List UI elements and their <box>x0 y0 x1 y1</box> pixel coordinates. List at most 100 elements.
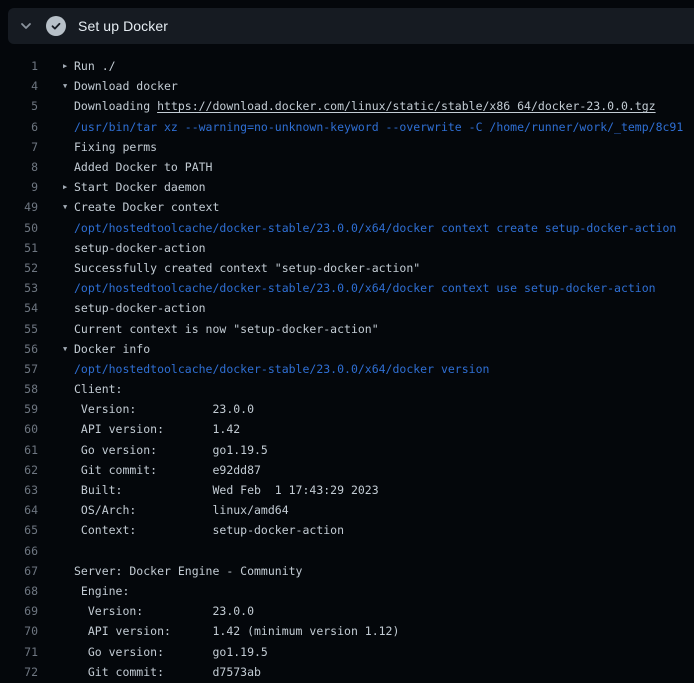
log-group-title[interactable]: Download docker <box>74 79 178 93</box>
log-line[interactable]: 1▶Run ./ <box>0 56 694 76</box>
check-circle-icon <box>46 16 66 36</box>
log-command: /opt/hostedtoolcache/docker-stable/23.0.… <box>74 281 656 295</box>
line-number[interactable]: 64 <box>0 503 38 517</box>
log-text: Go version: go1.19.5 <box>74 645 268 659</box>
log-group-title[interactable]: Start Docker daemon <box>74 180 206 194</box>
log-text: API version: 1.42 (minimum version 1.12) <box>74 624 399 638</box>
log-text: Client: <box>74 382 122 396</box>
log-text: Current context is now "setup-docker-act… <box>74 322 379 336</box>
line-number[interactable]: 49 <box>0 200 38 214</box>
log-line: 72 Git commit: d7573ab <box>0 662 694 682</box>
line-number[interactable]: 63 <box>0 483 38 497</box>
log-group-title[interactable]: Run ./ <box>74 59 116 73</box>
line-number[interactable]: 66 <box>0 544 38 558</box>
log-group-title[interactable]: Docker info <box>74 342 150 356</box>
log-line: 52 Successfully created context "setup-do… <box>0 258 694 278</box>
line-number[interactable]: 8 <box>0 160 38 174</box>
step-header[interactable]: Set up Docker <box>8 8 694 44</box>
log-line: 50/opt/hostedtoolcache/docker-stable/23.… <box>0 218 694 238</box>
line-number[interactable]: 71 <box>0 645 38 659</box>
line-number[interactable]: 72 <box>0 665 38 679</box>
log-line: 53/opt/hostedtoolcache/docker-stable/23.… <box>0 278 694 298</box>
log-line: 55 Current context is now "setup-docker-a… <box>0 318 694 338</box>
log-line: 69 Version: 23.0.0 <box>0 601 694 621</box>
log-line: 59 Version: 23.0.0 <box>0 399 694 419</box>
line-number[interactable]: 54 <box>0 301 38 315</box>
download-url-link[interactable]: https://download.docker.com/linux/static… <box>157 99 656 113</box>
line-number[interactable]: 50 <box>0 221 38 235</box>
log-text: Git commit: d7573ab <box>74 665 261 679</box>
line-number[interactable]: 1 <box>0 59 38 73</box>
log-line: 66 <box>0 541 694 561</box>
line-number[interactable]: 9 <box>0 180 38 194</box>
log-line: 70 API version: 1.42 (minimum version 1.… <box>0 621 694 641</box>
log-text: Context: setup-docker-action <box>74 523 344 537</box>
chevron-down-icon[interactable] <box>18 18 34 34</box>
log-group-header: ▼Create Docker context <box>74 200 219 214</box>
triangle-down-icon[interactable]: ▼ <box>63 200 67 214</box>
line-number[interactable]: 69 <box>0 604 38 618</box>
log-text: setup-docker-action <box>74 241 206 255</box>
log-text: Engine: <box>74 584 129 598</box>
triangle-down-icon[interactable]: ▼ <box>63 342 67 356</box>
line-number[interactable]: 57 <box>0 362 38 376</box>
log-line: 58 Client: <box>0 379 694 399</box>
log-group-header: ▼Download docker <box>74 79 178 93</box>
line-number[interactable]: 65 <box>0 523 38 537</box>
line-number[interactable]: 4 <box>0 79 38 93</box>
log-line: 68 Engine: <box>0 581 694 601</box>
log-viewer: 1▶Run ./4▼Download docker5Downloading ht… <box>0 44 694 683</box>
line-number[interactable]: 58 <box>0 382 38 396</box>
log-line: 6/usr/bin/tar xz --warning=no-unknown-ke… <box>0 117 694 137</box>
triangle-down-icon[interactable]: ▼ <box>63 79 67 93</box>
log-line: 5 Downloading https://download.docker.com… <box>0 96 694 116</box>
line-number[interactable]: 53 <box>0 281 38 295</box>
triangle-right-icon[interactable]: ▶ <box>63 59 67 73</box>
log-line: 64 OS/Arch: linux/amd64 <box>0 500 694 520</box>
log-text: Server: Docker Engine - Community <box>74 564 302 578</box>
log-group-header: ▶Run ./ <box>74 59 116 73</box>
log-text: Downloading https://download.docker.com/… <box>74 99 656 113</box>
log-lines: 1▶Run ./4▼Download docker5Downloading ht… <box>0 56 694 682</box>
line-number[interactable]: 68 <box>0 584 38 598</box>
log-text: API version: 1.42 <box>74 422 240 436</box>
log-line: 62 Git commit: e92dd87 <box>0 460 694 480</box>
line-number[interactable]: 6 <box>0 120 38 134</box>
line-number[interactable]: 5 <box>0 99 38 113</box>
log-text: Version: 23.0.0 <box>74 604 254 618</box>
log-line: 7 Fixing perms <box>0 137 694 157</box>
line-number[interactable]: 61 <box>0 443 38 457</box>
log-text: Added Docker to PATH <box>74 160 212 174</box>
log-text: OS/Arch: linux/amd64 <box>74 503 289 517</box>
log-command: /usr/bin/tar xz --warning=no-unknown-key… <box>74 120 683 134</box>
log-line[interactable]: 56 ▼ Docker info <box>0 339 694 359</box>
log-line: 57/opt/hostedtoolcache/docker-stable/23.… <box>0 359 694 379</box>
log-line[interactable]: 4▼Download docker <box>0 76 694 96</box>
line-number[interactable]: 60 <box>0 422 38 436</box>
log-text: Git commit: e92dd87 <box>74 463 261 477</box>
line-number[interactable]: 52 <box>0 261 38 275</box>
log-line[interactable]: 49▼Create Docker context <box>0 197 694 217</box>
line-number[interactable]: 51 <box>0 241 38 255</box>
log-command: /opt/hostedtoolcache/docker-stable/23.0.… <box>74 362 489 376</box>
line-number[interactable]: 70 <box>0 624 38 638</box>
log-text: Fixing perms <box>74 140 157 154</box>
line-number[interactable]: 67 <box>0 564 38 578</box>
log-text: Successfully created context "setup-dock… <box>74 261 420 275</box>
log-group-title[interactable]: Create Docker context <box>74 200 219 214</box>
log-text: Go version: go1.19.5 <box>74 443 268 457</box>
step-title: Set up Docker <box>78 18 168 34</box>
triangle-right-icon[interactable]: ▶ <box>63 180 67 194</box>
log-line: 8 Added Docker to PATH <box>0 157 694 177</box>
log-command: /opt/hostedtoolcache/docker-stable/23.0.… <box>74 221 676 235</box>
log-group-header: ▶Start Docker daemon <box>74 180 206 194</box>
log-text: setup-docker-action <box>74 301 206 315</box>
line-number[interactable]: 62 <box>0 463 38 477</box>
log-line: 71 Go version: go1.19.5 <box>0 641 694 661</box>
log-line[interactable]: 9▶Start Docker daemon <box>0 177 694 197</box>
log-line: 63 Built: Wed Feb 1 17:43:29 2023 <box>0 480 694 500</box>
line-number[interactable]: 56 <box>0 342 38 356</box>
line-number[interactable]: 55 <box>0 322 38 336</box>
line-number[interactable]: 59 <box>0 402 38 416</box>
line-number[interactable]: 7 <box>0 140 38 154</box>
